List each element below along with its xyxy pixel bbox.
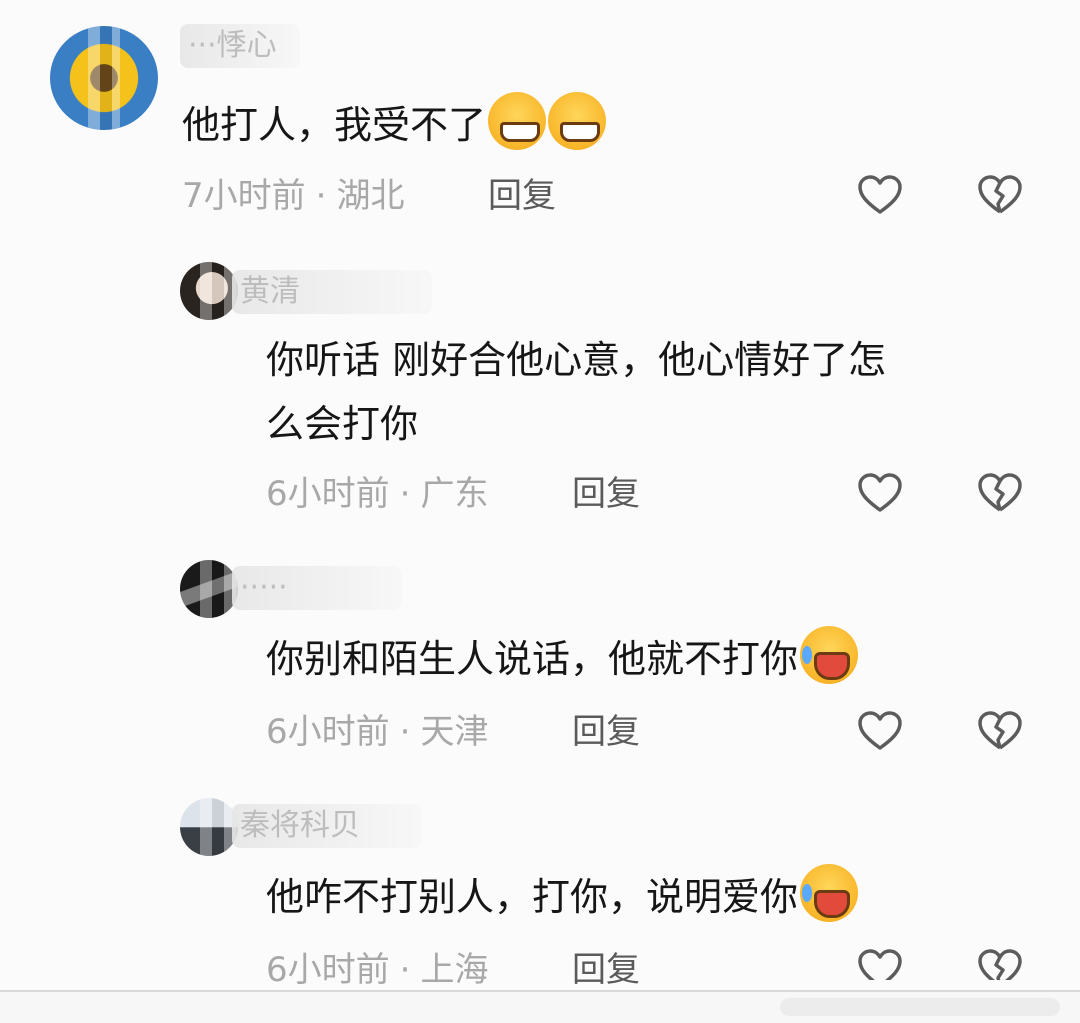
- region: 广东: [420, 474, 489, 514]
- avatar[interactable]: [180, 798, 238, 856]
- timestamp: 6小时前: [266, 712, 390, 752]
- meta-separator: ·: [399, 950, 411, 990]
- comment-text-content: 你别和陌生人说话，他就不打你: [266, 637, 799, 681]
- comment-text-line: 你听话 刚好合他心意，他心情好了怎: [266, 338, 887, 382]
- comment-4: 秦将科贝 他咋不打别人，打你，说明爱你 6小时前 · 上海 回复: [0, 790, 1080, 990]
- grin-sweat-icon: [548, 92, 607, 150]
- reply-button[interactable]: 回复: [488, 172, 556, 220]
- comment-meta: 6小时前 · 天津: [266, 708, 488, 756]
- comment-meta: 6小时前 · 广东: [266, 470, 488, 518]
- heart-outline-icon[interactable]: [856, 708, 904, 756]
- username[interactable]: 秦将科贝: [232, 804, 422, 848]
- comment-text-content: 他打人，我受不了: [182, 103, 487, 147]
- heart-outline-icon[interactable]: [856, 172, 904, 220]
- grin-sweat-icon: [488, 92, 547, 150]
- comment-meta: 6小时前 · 上海: [266, 946, 488, 994]
- meta-separator: ·: [399, 474, 411, 514]
- meta-separator: ·: [399, 712, 411, 752]
- laugh-cry-icon: [800, 864, 859, 922]
- avatar[interactable]: [180, 262, 238, 320]
- timestamp: 6小时前: [266, 950, 390, 990]
- broken-heart-icon[interactable]: [976, 172, 1024, 220]
- heart-outline-icon[interactable]: [856, 470, 904, 518]
- region: 湖北: [336, 176, 405, 216]
- comment-text: 他打人，我受不了: [182, 92, 607, 157]
- comment-3: ····· 你别和陌生人说话，他就不打你 6小时前 · 天津 回复: [0, 550, 1080, 790]
- comment-meta: 7小时前 · 湖北: [182, 172, 404, 220]
- comment-text: 你听话 刚好合他心意，他心情好了怎 么会打你: [266, 328, 886, 456]
- broken-heart-icon[interactable]: [976, 470, 1024, 518]
- region: 天津: [420, 712, 489, 752]
- avatar[interactable]: [180, 560, 238, 618]
- reply-button[interactable]: 回复: [572, 946, 640, 994]
- username[interactable]: ·····: [232, 566, 402, 610]
- broken-heart-icon[interactable]: [976, 708, 1024, 756]
- region: 上海: [420, 950, 489, 990]
- meta-separator: ·: [315, 176, 327, 216]
- comment-text-line: 么会打你: [266, 402, 419, 446]
- comment-text-content: 他咋不打别人，打你，说明爱你: [266, 875, 799, 919]
- reply-button[interactable]: 回复: [572, 708, 640, 756]
- laugh-cry-icon: [800, 626, 859, 684]
- username[interactable]: 黄清: [232, 270, 432, 314]
- username[interactable]: ···悸心: [180, 24, 300, 68]
- comment-1: ···悸心 他打人，我受不了 7小时前 · 湖北 回复: [0, 0, 1080, 250]
- comment-text: 你别和陌生人说话，他就不打你: [266, 626, 859, 691]
- input-placeholder-bar[interactable]: [780, 998, 1060, 1016]
- broken-heart-icon[interactable]: [976, 946, 1024, 980]
- timestamp: 6小时前: [266, 474, 390, 514]
- heart-outline-icon[interactable]: [856, 946, 904, 980]
- avatar[interactable]: [50, 26, 158, 130]
- timestamp: 7小时前: [182, 176, 306, 216]
- bottom-bar: [0, 990, 1080, 1023]
- comment-text: 他咋不打别人，打你，说明爱你: [266, 864, 859, 929]
- comment-2: 黄清 你听话 刚好合他心意，他心情好了怎 么会打你 6小时前 · 广东 回复: [0, 250, 1080, 550]
- reply-button[interactable]: 回复: [572, 470, 640, 518]
